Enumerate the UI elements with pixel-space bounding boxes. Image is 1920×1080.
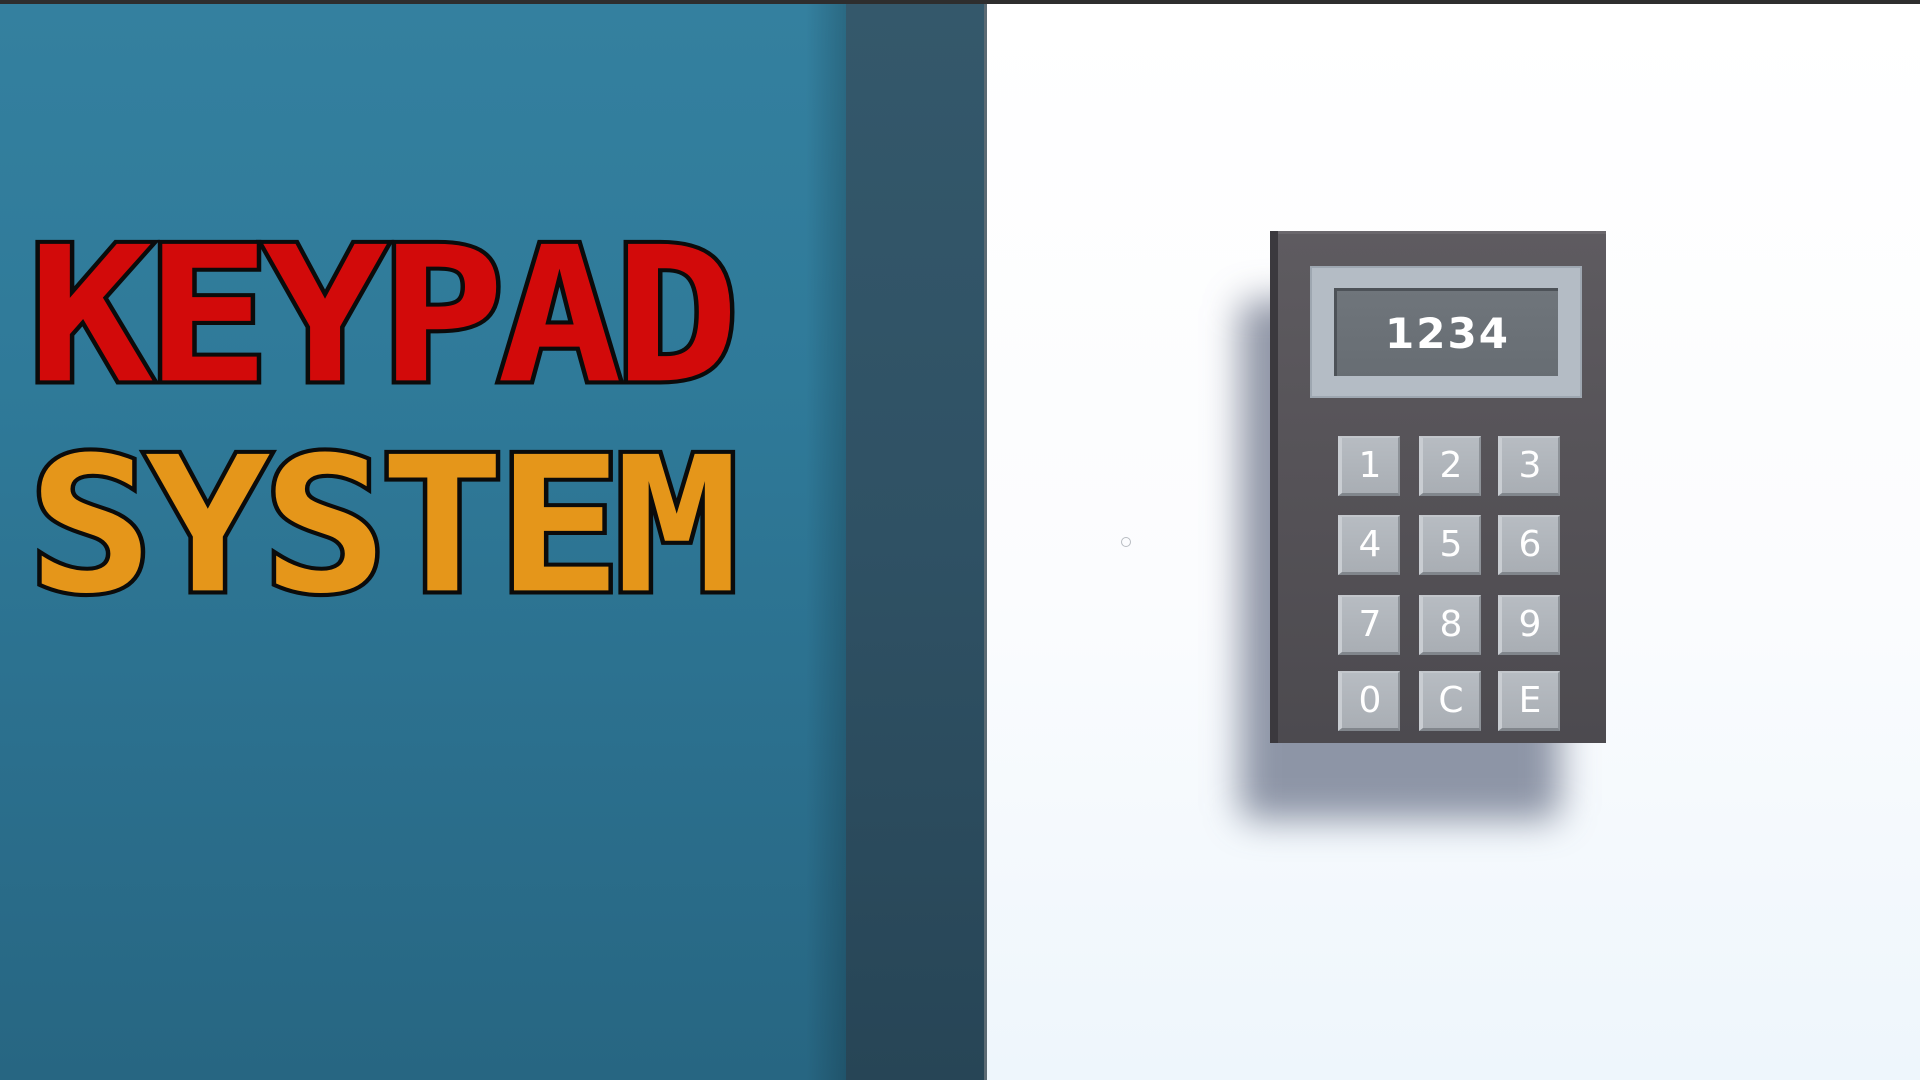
display-code: 1234	[1385, 309, 1510, 358]
key-9[interactable]: 9	[1498, 595, 1560, 655]
key-4[interactable]: 4	[1338, 515, 1400, 575]
key-6[interactable]: 6	[1498, 515, 1560, 575]
key-7[interactable]: 7	[1338, 595, 1400, 655]
key-8[interactable]: 8	[1419, 595, 1481, 655]
key-clear[interactable]: C	[1419, 671, 1481, 731]
key-2[interactable]: 2	[1419, 436, 1481, 496]
game-scene: KEYPAD SYSTEM 1234 1 2 3 4 5 6 7 8 9 0 C…	[0, 0, 1920, 1080]
key-3[interactable]: 3	[1498, 436, 1560, 496]
keypad: 1234 1 2 3 4 5 6 7 8 9 0 C E	[1278, 231, 1606, 743]
display-screen: 1234	[1334, 288, 1558, 376]
wall-pillar	[846, 4, 986, 1080]
crosshair-icon	[1121, 537, 1131, 547]
title-system: SYSTEM	[24, 417, 744, 636]
display-frame: 1234	[1310, 266, 1582, 398]
title-keypad: KEYPAD	[24, 207, 744, 426]
key-0[interactable]: 0	[1338, 671, 1400, 731]
key-enter[interactable]: E	[1498, 671, 1560, 731]
key-5[interactable]: 5	[1419, 515, 1481, 575]
key-1[interactable]: 1	[1338, 436, 1400, 496]
